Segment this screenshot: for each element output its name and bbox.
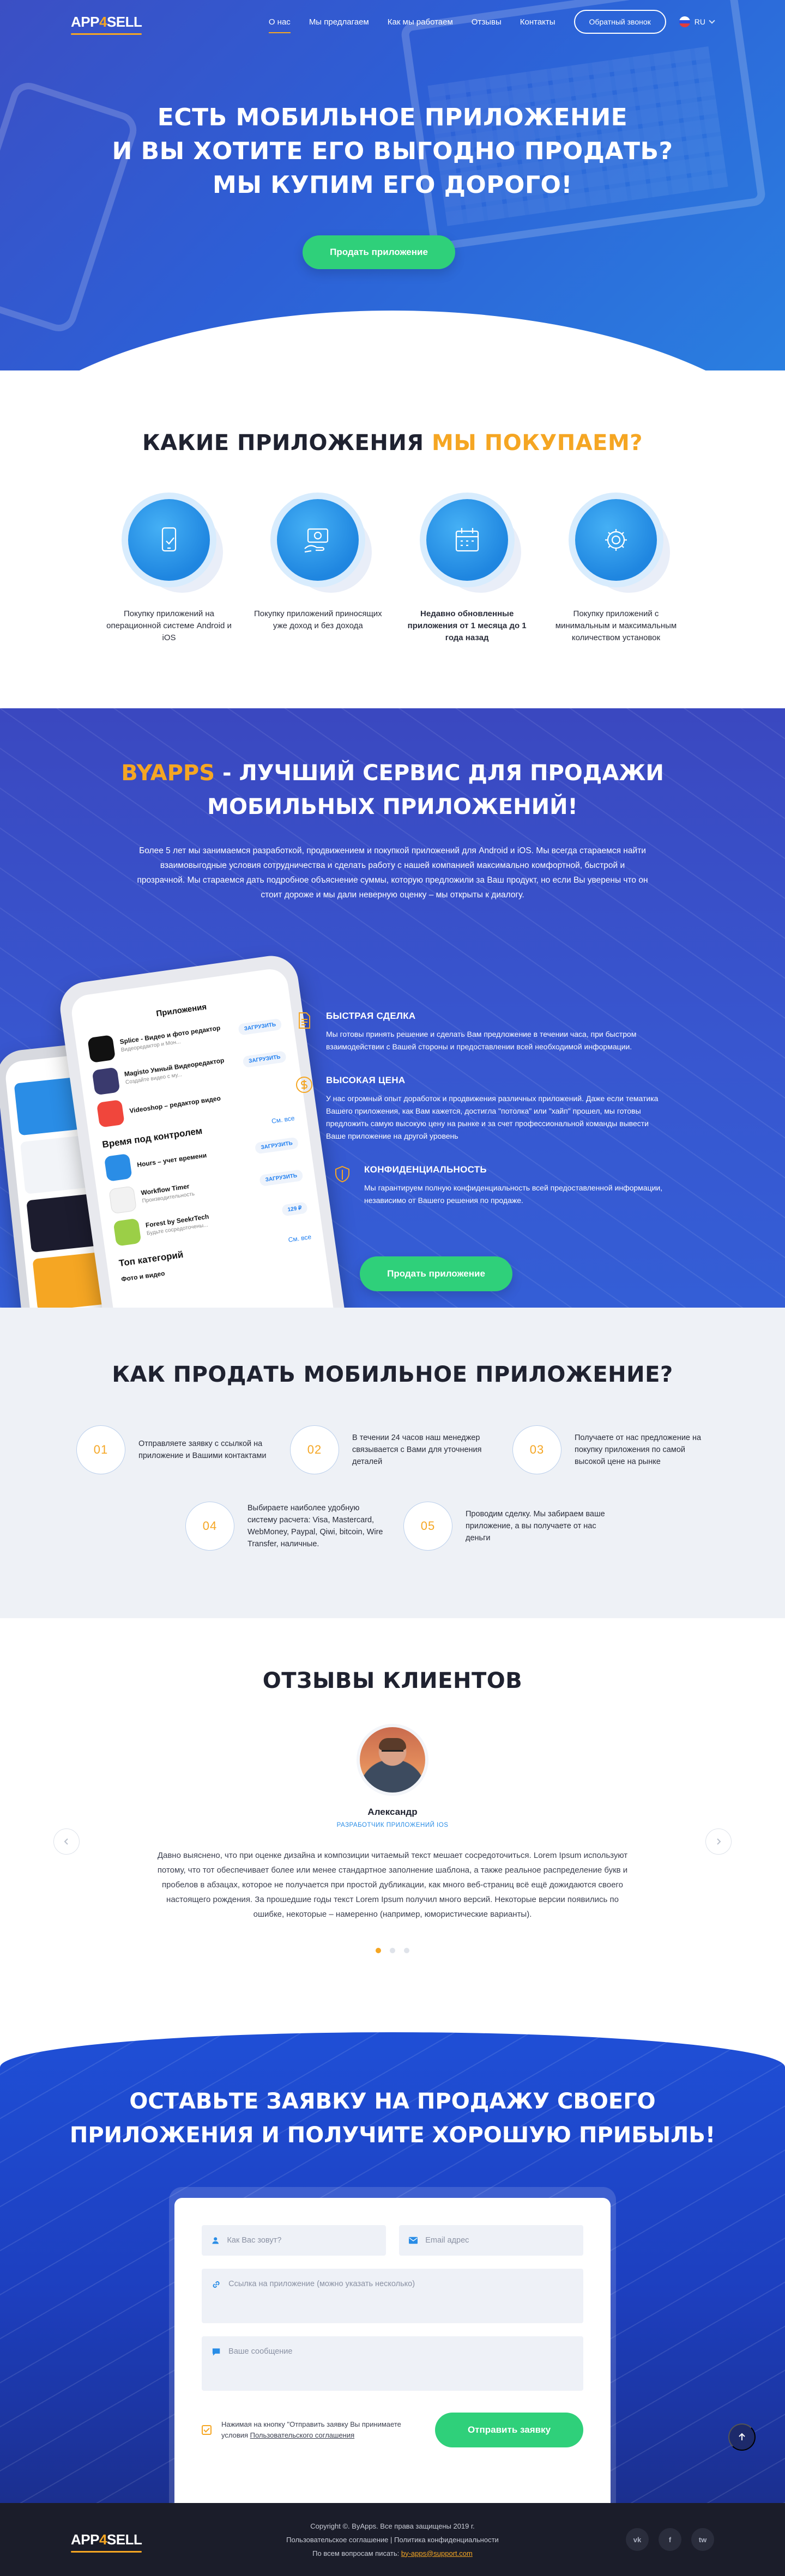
nav-item-offer[interactable]: Мы предлагаем bbox=[309, 14, 369, 30]
how-to-sell-section: КАК ПРОДАТЬ МОБИЛЬНОЕ ПРИЛОЖЕНИЕ? 01 Отп… bbox=[0, 1308, 785, 1618]
name-input[interactable] bbox=[227, 2236, 376, 2245]
prev-review-button[interactable] bbox=[53, 1828, 80, 1855]
what-we-buy-section: КАКИЕ ПРИЛОЖЕНИЯ МЫ ПОКУПАЕМ? Покупку пр… bbox=[0, 370, 785, 708]
hero-section: APP 4 SELL О нас Мы предлагаем Как мы рабо… bbox=[0, 0, 785, 370]
main-menu: О нас Мы предлагаем Как мы работаем Отзы… bbox=[268, 14, 555, 33]
submit-button[interactable]: Отправить заявку bbox=[435, 2413, 583, 2447]
nav-item-about[interactable]: О нас bbox=[268, 14, 291, 33]
terms-link[interactable]: Пользовательского соглашения bbox=[250, 2431, 355, 2439]
footer: APP 4 SELL Copyright ©. ByApps. Все права … bbox=[0, 2503, 785, 2576]
callback-button[interactable]: Обратный звонок bbox=[573, 10, 666, 34]
order-form: Нажимая на кнопку "Отправить заявку Вы п… bbox=[174, 2198, 611, 2503]
feature-item: Недавно обновленные приложения от 1 меся… bbox=[402, 499, 533, 644]
arrow-up-icon bbox=[739, 2433, 745, 2440]
carousel-dots bbox=[0, 1948, 785, 1953]
twitter-icon[interactable]: tw bbox=[691, 2528, 714, 2551]
mail-icon bbox=[409, 2237, 418, 2244]
language-label: RU bbox=[694, 17, 705, 26]
sell-app-button[interactable]: Продать приложение bbox=[303, 235, 455, 269]
money-hand-icon bbox=[304, 528, 329, 553]
language-selector[interactable]: RU bbox=[679, 16, 715, 27]
nav-item-contacts[interactable]: Контакты bbox=[520, 14, 555, 30]
site-logo[interactable]: APP 4 SELL bbox=[71, 14, 142, 35]
chevron-down-icon bbox=[709, 17, 715, 24]
chevron-left-icon bbox=[64, 1838, 68, 1845]
carousel-dot[interactable] bbox=[390, 1948, 395, 1953]
chat-icon bbox=[212, 2348, 220, 2356]
step-number: 03 bbox=[512, 1425, 561, 1474]
review-text: Давно выяснено, что при оценке дизайна и… bbox=[157, 1851, 628, 1919]
hero-title: ЕСТЬ МОБИЛЬНОЕ ПРИЛОЖЕНИЕ И ВЫ ХОТИТЕ ЕГ… bbox=[112, 104, 673, 199]
benefit-item: ВЫСОКАЯ ЦЕНА У нас огромный опыт доработо… bbox=[294, 1075, 676, 1143]
carousel-dot[interactable] bbox=[376, 1948, 381, 1953]
consent-checkbox[interactable] bbox=[202, 2425, 212, 2435]
settings-gear-icon bbox=[605, 529, 627, 551]
calendar-icon bbox=[455, 528, 479, 552]
page: APP 4 SELL О нас Мы предлагаем Как мы рабо… bbox=[0, 0, 785, 2576]
section-title: ОСТАВЬТЕ ЗАЯВКУ НА ПРОДАЖУ СВОЕГО ПРИЛОЖЕ… bbox=[69, 2089, 716, 2148]
phone-check-icon bbox=[161, 527, 177, 552]
name-field[interactable] bbox=[202, 2225, 386, 2256]
russia-flag-icon bbox=[679, 16, 690, 27]
next-review-button[interactable] bbox=[705, 1828, 732, 1855]
social-links: vk f tw bbox=[626, 2528, 714, 2551]
features-list: Покупку приложений на операционной систе… bbox=[104, 499, 681, 644]
nav-item-reviews[interactable]: Отзывы bbox=[472, 14, 502, 30]
section-lead: Более 5 лет мы занимаемся разработкой, п… bbox=[137, 846, 648, 900]
feature-item: Покупку приложений приносящих уже доход … bbox=[252, 499, 383, 644]
sell-app-button[interactable]: Продать приложение bbox=[360, 1256, 512, 1291]
avatar bbox=[360, 1727, 425, 1793]
step-item: 01 Отправляете заявку с ссылкой на прило… bbox=[76, 1425, 283, 1474]
step-item: 02 В течении 24 часов наш менеджер связы… bbox=[290, 1425, 497, 1474]
section-title: КАКИЕ ПРИЛОЖЕНИЯ МЫ ПОКУПАЕМ? bbox=[142, 430, 643, 455]
benefit-item: КОНФИДЕНЦИАЛЬНОСТЬ Мы гарантируем полную … bbox=[333, 1164, 676, 1207]
dollar-circle-icon bbox=[296, 1077, 312, 1093]
vk-icon[interactable]: vk bbox=[626, 2528, 649, 2551]
top-navigation: APP 4 SELL О нас Мы предлагаем Как мы рабо… bbox=[0, 0, 785, 44]
reviews-section: ОТЗЫВЫ КЛИЕНТОВ Александр РАЗРАБОТЧИК ПР… bbox=[0, 1618, 785, 2032]
step-number: 05 bbox=[403, 1502, 452, 1551]
consent-text: Нажимая на кнопку "Отправить заявку Вы п… bbox=[221, 2420, 401, 2439]
user-icon bbox=[212, 2237, 219, 2244]
message-field[interactable] bbox=[202, 2336, 583, 2391]
step-item: 03 Получаете от нас предложение на покуп… bbox=[512, 1425, 720, 1474]
step-number: 01 bbox=[76, 1425, 125, 1474]
step-item: 04 Выбираете наиболее удобную систему ра… bbox=[185, 1502, 392, 1551]
feature-item: Покупку приложений на операционной систе… bbox=[104, 499, 234, 644]
email-field[interactable] bbox=[399, 2225, 583, 2256]
step-item: 05 Проводим сделку. Мы забираем ваше при… bbox=[403, 1502, 611, 1551]
section-title: КАК ПРОДАТЬ МОБИЛЬНОЕ ПРИЛОЖЕНИЕ? bbox=[112, 1362, 673, 1387]
benefit-item: БЫСТРАЯ СДЕЛКА Мы готовы принять решение … bbox=[294, 1011, 676, 1053]
feature-item: Покупку приложений с минимальным и макси… bbox=[551, 499, 681, 644]
benefits-list: БЫСТРАЯ СДЕЛКА Мы готовы принять решение … bbox=[294, 1011, 676, 1229]
reviewer-role: РАЗРАБОТЧИК ПРИЛОЖЕНИЙ IOS bbox=[336, 1822, 449, 1828]
order-section: ОСТАВЬТЕ ЗАЯВКУ НА ПРОДАЖУ СВОЕГО ПРИЛОЖЕ… bbox=[0, 2032, 785, 2503]
section-title: ОТЗЫВЫ КЛИЕНТОВ bbox=[262, 1668, 523, 1693]
scroll-top-button[interactable] bbox=[728, 2423, 756, 2451]
facebook-icon[interactable]: f bbox=[659, 2528, 681, 2551]
link-icon bbox=[213, 2281, 220, 2288]
nav-item-how-we-work[interactable]: Как мы работаем bbox=[388, 14, 453, 30]
contact-email-link[interactable]: by-apps@support.com bbox=[401, 2549, 473, 2557]
document-icon bbox=[299, 1012, 310, 1029]
reviewer-name: Александр bbox=[367, 1807, 418, 1817]
app-link-input[interactable] bbox=[228, 2280, 573, 2297]
message-input[interactable] bbox=[228, 2347, 573, 2365]
section-title: BYAPPS - ЛУЧШИЙ СЕРВИС ДЛЯ ПРОДАЖИ МОБИЛ… bbox=[121, 761, 664, 819]
phones-illustration: Приложения Splice - Видео и фото редакто… bbox=[0, 952, 352, 1308]
carousel-dot[interactable] bbox=[404, 1948, 409, 1953]
chevron-right-icon bbox=[717, 1838, 721, 1845]
shield-icon bbox=[335, 1165, 349, 1183]
byapps-section: BYAPPS - ЛУЧШИЙ СЕРВИС ДЛЯ ПРОДАЖИ МОБИЛ… bbox=[0, 708, 785, 1308]
step-number: 04 bbox=[185, 1502, 234, 1551]
email-input[interactable] bbox=[425, 2236, 573, 2245]
step-number: 02 bbox=[290, 1425, 339, 1474]
app-link-field[interactable] bbox=[202, 2269, 583, 2323]
